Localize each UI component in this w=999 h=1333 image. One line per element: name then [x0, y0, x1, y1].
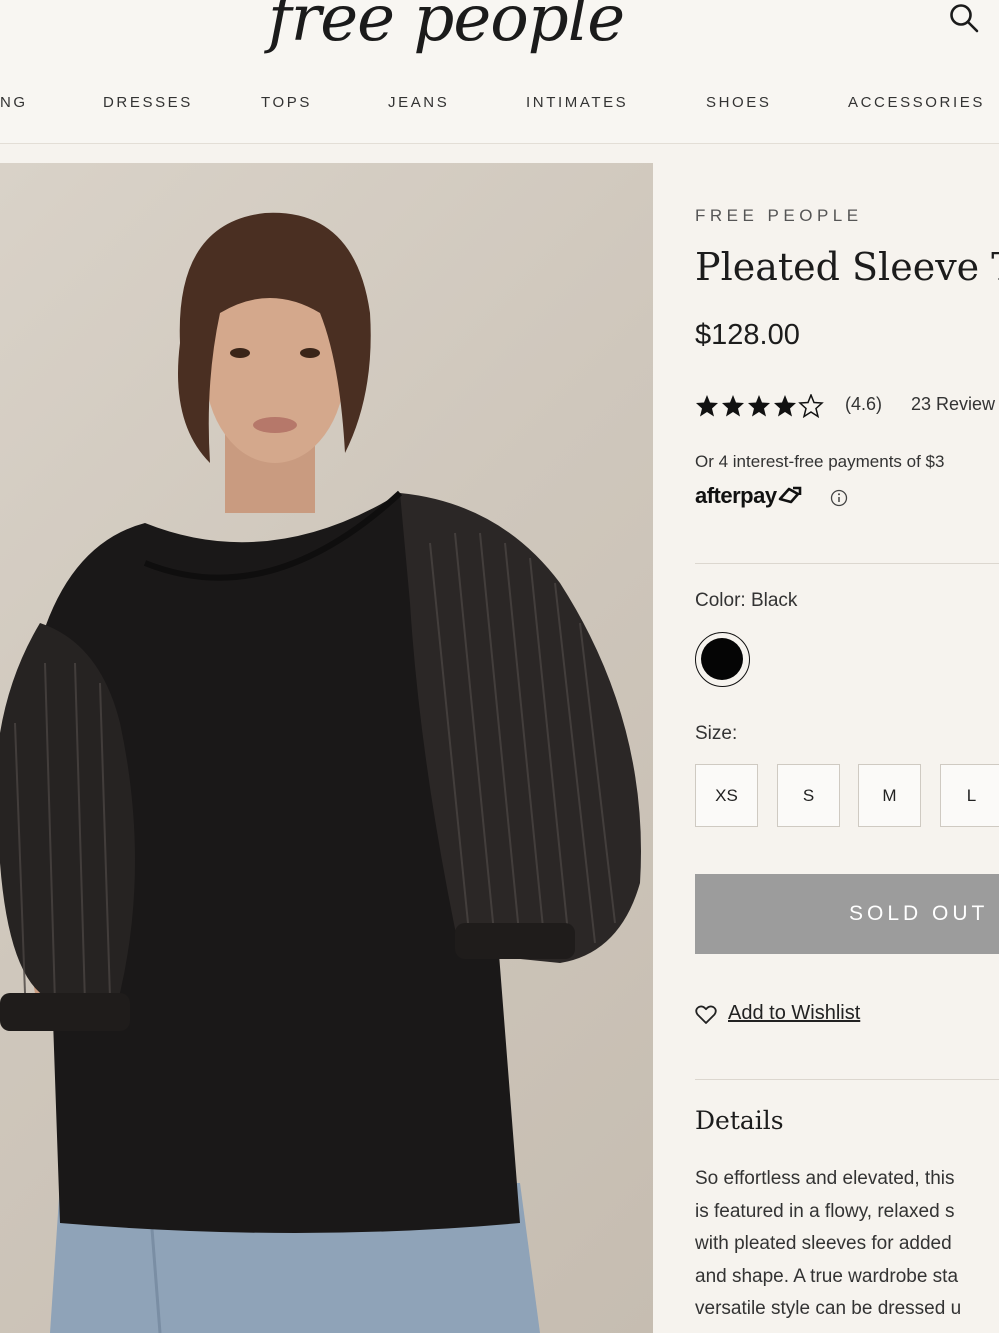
product-price: $128.00: [695, 319, 800, 351]
nav-item-clothing[interactable]: NG: [0, 94, 28, 111]
size-label: Size:: [695, 723, 738, 744]
free-people-logo[interactable]: free people: [268, 0, 625, 56]
search-icon[interactable]: [948, 2, 980, 34]
section-divider: [695, 1079, 999, 1080]
installments-text: Or 4 interest-free payments of $3: [695, 452, 945, 471]
nav-item-jeans[interactable]: JEANS: [388, 94, 449, 111]
main-nav: NG DRESSES TOPS JEANS INTIMATES SHOES AC…: [0, 94, 999, 116]
product-description: So effortless and elevated, this is feat…: [695, 1163, 999, 1326]
details-heading[interactable]: Details: [695, 1106, 784, 1135]
star-icon: [696, 395, 718, 417]
sold-out-button[interactable]: SOLD OUT: [695, 874, 999, 954]
nav-item-shoes[interactable]: SHOES: [706, 94, 772, 111]
product-title: Pleated Sleeve To: [695, 245, 999, 289]
star-icon: [774, 395, 796, 417]
nav-item-accessories[interactable]: ACCESSORIES: [848, 94, 985, 111]
star-icon: [722, 395, 744, 417]
site-header: free people NG DRESSES TOPS JEANS INTIMA…: [0, 0, 999, 143]
description-line: versatile style can be dressed u: [695, 1298, 962, 1319]
description-line: is featured in a flowy, relaxed s: [695, 1200, 955, 1222]
heart-icon: [695, 1005, 717, 1024]
reviews-link[interactable]: 23 Review: [911, 394, 995, 415]
section-divider: [695, 563, 999, 564]
sold-out-label: SOLD OUT: [849, 902, 989, 925]
description-line: with pleated sleeves for added: [695, 1233, 952, 1254]
color-label: Color: Black: [695, 590, 798, 611]
product-info-panel: FREE PEOPLE Pleated Sleeve To $128.00 (4…: [695, 163, 999, 1333]
swatch-fill: [701, 638, 743, 680]
add-to-wishlist-link[interactable]: Add to Wishlist: [728, 1002, 860, 1025]
info-icon[interactable]: [830, 489, 848, 507]
nav-item-tops[interactable]: TOPS: [261, 94, 312, 111]
description-line: and shape. A true wardrobe sta: [695, 1265, 959, 1287]
size-l-button[interactable]: L: [940, 764, 999, 827]
description-line: So effortless and elevated, this: [695, 1168, 955, 1189]
rating-value: (4.6): [845, 394, 883, 414]
product-photo[interactable]: [0, 163, 653, 1333]
nav-item-intimates[interactable]: INTIMATES: [526, 94, 628, 111]
nav-item-dresses[interactable]: DRESSES: [103, 94, 193, 111]
afterpay-label: afterpay: [695, 483, 777, 508]
afterpay-arrow-icon: [778, 486, 801, 504]
size-xs-button[interactable]: XS: [695, 764, 758, 827]
size-m-button[interactable]: M: [858, 764, 921, 827]
size-s-button[interactable]: S: [777, 764, 840, 827]
star-icon: [799, 394, 823, 418]
header-divider: [0, 143, 999, 144]
star-rating: [696, 394, 823, 418]
afterpay-logo[interactable]: afterpay: [695, 483, 803, 509]
color-swatch-black[interactable]: [695, 632, 750, 687]
star-icon: [748, 395, 770, 417]
brand-name[interactable]: FREE PEOPLE: [695, 206, 863, 226]
model-illustration: [0, 212, 641, 1333]
